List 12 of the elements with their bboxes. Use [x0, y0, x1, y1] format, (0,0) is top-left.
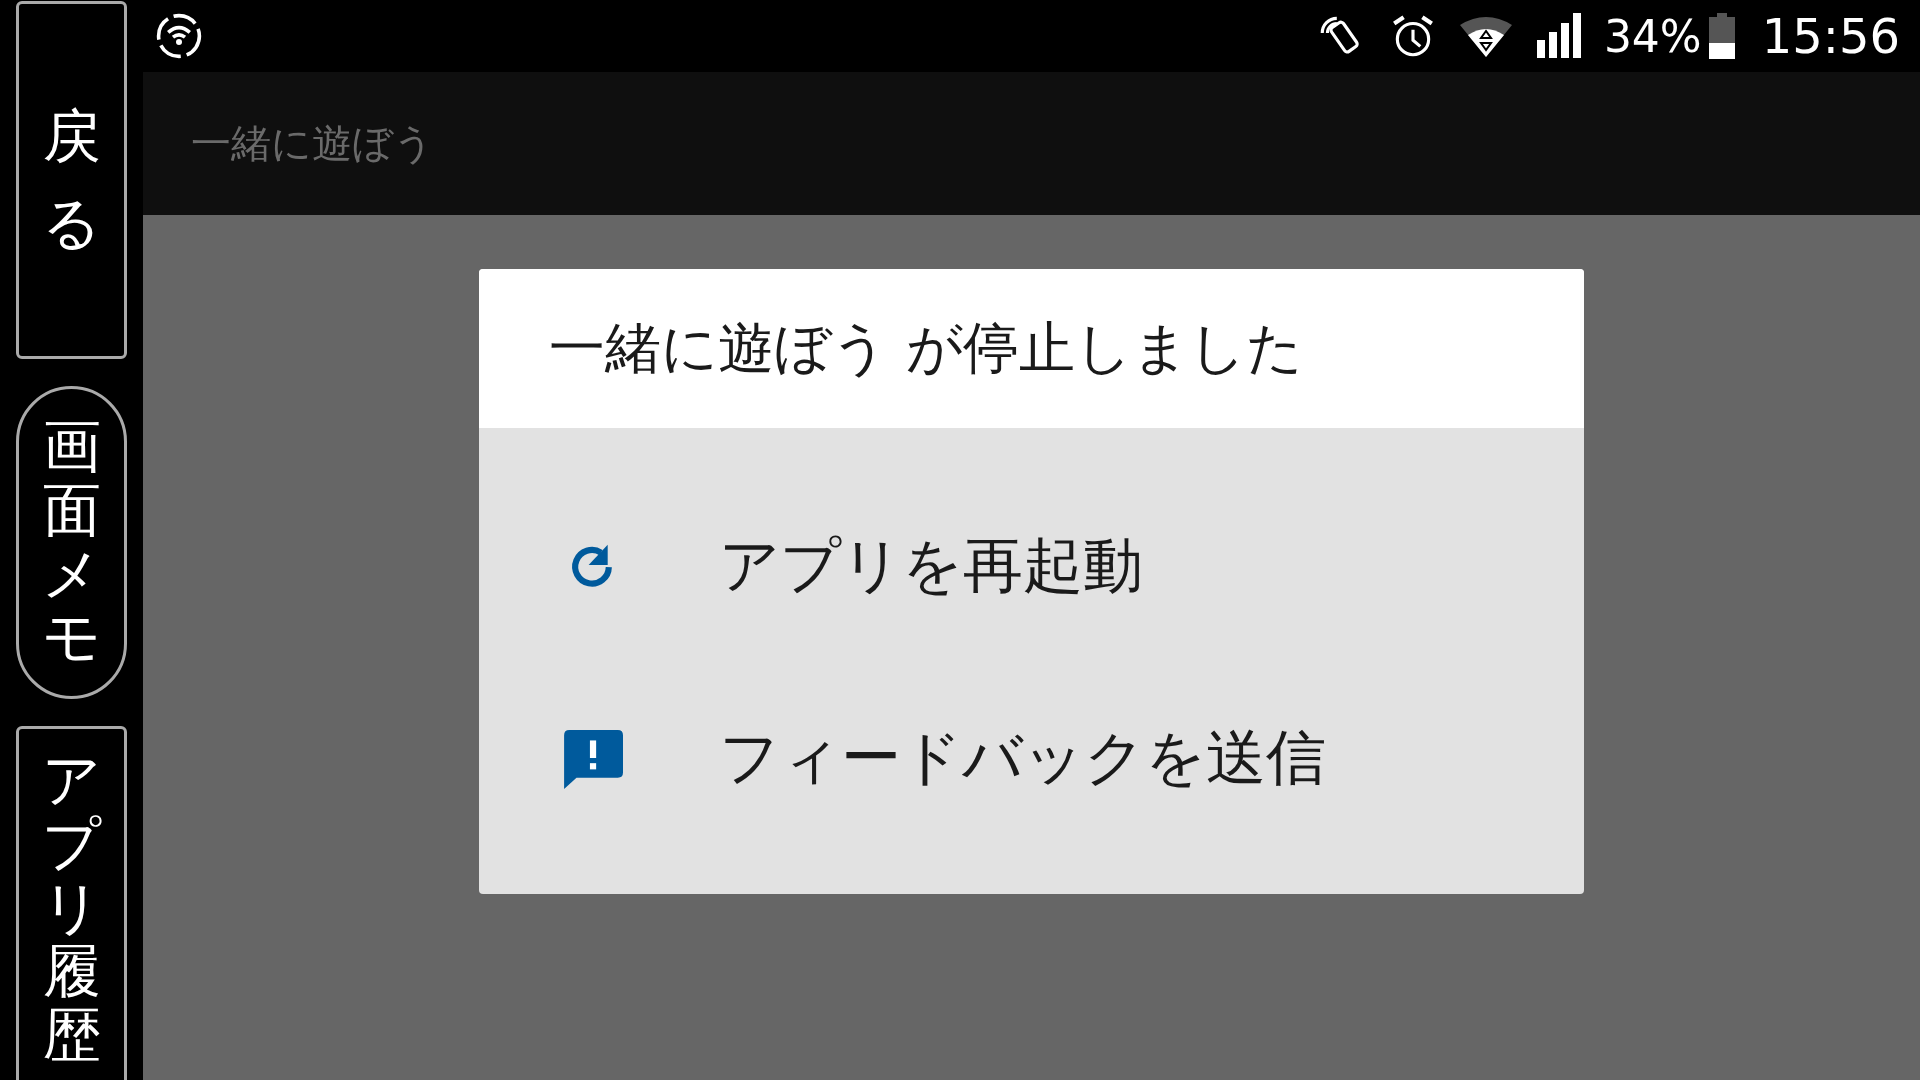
signal-icon: [1535, 12, 1582, 60]
nav-button[interactable]: 画面メモ: [16, 386, 127, 699]
nav-button[interactable]: 戻る: [16, 1, 127, 359]
hotspot-icon: [155, 12, 203, 60]
dialog-title: 一緒に遊ぼう が停止しました: [549, 313, 1303, 382]
battery-percent: 34%: [1603, 10, 1702, 62]
clock-time: 15:56: [1761, 8, 1900, 64]
dialog-option[interactable]: アプリを再起動: [479, 470, 1584, 662]
dialog-option[interactable]: フィードバックを送信: [479, 662, 1584, 854]
nav-button[interactable]: アプリ履歴: [16, 726, 127, 1080]
app-title: 一緒に遊ぼう: [191, 119, 434, 168]
battery-icon: [1707, 13, 1736, 59]
